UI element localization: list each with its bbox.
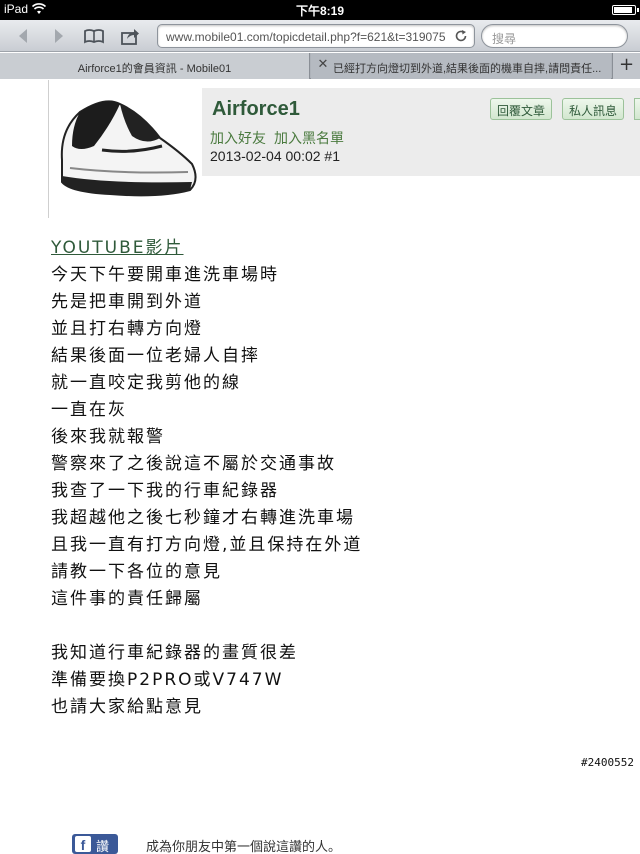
address-bar[interactable]: www.mobile01.com/topicdetail.php?f=621&t… — [157, 24, 475, 48]
search-field[interactable]: 搜尋 — [481, 24, 628, 48]
back-icon[interactable] — [14, 26, 34, 46]
like-label: 讚 — [96, 840, 110, 854]
post-line: 警察來了之後說這不屬於交通事故 — [51, 454, 336, 474]
author-name[interactable]: Airforce1 — [212, 98, 300, 121]
share-icon[interactable] — [120, 26, 140, 46]
avatar[interactable] — [50, 90, 202, 208]
post-line: 我知道行車紀錄器的畫質很差 — [51, 643, 298, 663]
author-links: 加入好友 加入黑名單 — [210, 128, 352, 148]
tab-topic[interactable]: 已經打方向燈切到外道,結果後面的機車自摔,請問責任... — [311, 53, 611, 79]
facebook-like-note: 成為你朋友中第一個說這讚的人。 — [146, 840, 342, 854]
facebook-icon: f — [75, 836, 91, 853]
reload-icon[interactable] — [454, 29, 468, 43]
post-line: 且我一直有打方向燈,並且保持在外道 — [51, 535, 363, 555]
post-header: Airforce1 加入好友 加入黑名單 2013-02-04 00:02 #1 … — [202, 88, 640, 176]
close-tab-icon[interactable]: ✕ — [316, 58, 330, 72]
post-timestamp: 2013-02-04 00:02 #1 — [210, 148, 340, 164]
post-line: 也請大家給點意見 — [51, 697, 203, 717]
post-line: 就一直咬定我剪他的線 — [51, 373, 241, 393]
post-line: 今天下午要開車進洗車場時 — [51, 265, 279, 285]
divider — [48, 80, 49, 218]
new-tab-button[interactable]: + — [612, 53, 640, 79]
post-line: 結果後面一位老婦人自摔 — [51, 346, 260, 366]
forward-icon[interactable] — [48, 26, 68, 46]
image-watermark: #2400552 — [579, 756, 636, 769]
post-line: 請教一下各位的意見 — [51, 562, 222, 582]
cut-off-button[interactable] — [634, 98, 640, 120]
post-line: 這件事的責任歸屬 — [51, 589, 203, 609]
post-body: YOUTUBE影片 今天下午要開車進洗車場時 先是把車開到外道 並且打右轉方向燈… — [51, 235, 611, 721]
youtube-link[interactable]: YOUTUBE影片 — [51, 235, 184, 262]
facebook-like-button[interactable]: f 讚 — [72, 834, 118, 854]
post-line: 準備要換P2PRO或V747W — [51, 670, 284, 690]
tab-bar: Airforce1的會員資訊 - Mobile01 已經打方向燈切到外道,結果後… — [0, 53, 640, 79]
post-line: 並且打右轉方向燈 — [51, 319, 203, 339]
bookmarks-icon[interactable] — [84, 26, 104, 46]
page-content: Airforce1 加入好友 加入黑名單 2013-02-04 00:02 #1 … — [0, 80, 640, 854]
battery-icon — [612, 5, 639, 15]
status-time: 下午8:19 — [295, 4, 345, 18]
tab-member-info[interactable]: Airforce1的會員資訊 - Mobile01 — [0, 53, 310, 79]
post-line: 後來我就報警 — [51, 427, 165, 447]
reply-button[interactable]: 回覆文章 — [490, 98, 553, 120]
post-line: 我超越他之後七秒鐘才右轉進洗車場 — [51, 508, 355, 528]
post-line: 我查了一下我的行車紀錄器 — [51, 481, 279, 501]
add-blacklist-link[interactable]: 加入黑名單 — [274, 131, 344, 147]
status-bar: iPad 下午8:19 — [0, 0, 640, 20]
post-line: 先是把車開到外道 — [51, 292, 203, 312]
browser-toolbar: www.mobile01.com/topicdetail.php?f=621&t… — [0, 20, 640, 52]
private-message-button[interactable]: 私人訊息 — [562, 98, 625, 120]
post-line: 一直在灰 — [51, 400, 127, 420]
add-friend-link[interactable]: 加入好友 — [210, 131, 266, 147]
